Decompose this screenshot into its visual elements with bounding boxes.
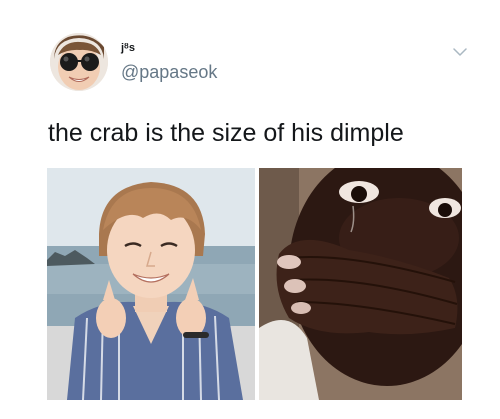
avatar[interactable] <box>50 33 108 91</box>
chevron-down-icon[interactable] <box>453 44 467 56</box>
tweet-text: the crab is the size of his dimple <box>48 119 404 147</box>
photo-smiling-man-beach[interactable] <box>47 168 255 400</box>
user-handle[interactable]: @papaseok <box>121 62 217 82</box>
photo-crying-covering-mouth[interactable] <box>259 168 462 400</box>
display-name[interactable]: jᴽs <box>121 42 135 54</box>
avatar-image <box>50 33 108 91</box>
